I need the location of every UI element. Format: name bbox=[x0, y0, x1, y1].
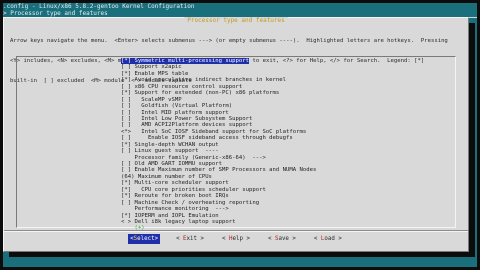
menu-item-label: [*] Multi-core scheduler support bbox=[121, 180, 229, 187]
button-bar: <Select> < Exit > < Help > < Save > < Load > bbox=[4, 234, 468, 244]
menu-item-label: [*] Symmetric multi-processing support bbox=[121, 58, 249, 64]
menu-item-label: [*] Support for extended (non-PC) x86 pl… bbox=[121, 90, 280, 97]
menu-item-label: [ ] Enable Maximum number of SMP Process… bbox=[121, 167, 317, 174]
divider bbox=[4, 231, 468, 232]
menu-item-label: (64) Maximum number of CPUs bbox=[121, 173, 212, 180]
menu-item-label: [ ] Intel MID platform support bbox=[121, 109, 229, 116]
menu-item-label: Processor family (Generic-x86-64) ---> bbox=[121, 154, 266, 161]
button-label: elp bbox=[232, 236, 243, 242]
button-bracket: > bbox=[154, 236, 159, 242]
menu-item-label: [ ] Old AMD GART IOMMU support bbox=[121, 161, 223, 167]
dialog-shadow-bottom bbox=[9, 252, 475, 257]
button-bracket: < bbox=[222, 236, 229, 242]
menu-item-label: [*] CPU core priorities scheduler suppor… bbox=[121, 186, 266, 193]
button-bracket: < bbox=[313, 236, 321, 242]
menu-item-label: [ ] x86 CPU resource control support bbox=[121, 83, 243, 90]
dialog-title: Processor type and features bbox=[184, 17, 288, 24]
save-button[interactable]: < Save > bbox=[266, 234, 298, 244]
button-label: xit bbox=[186, 236, 198, 242]
menu-list: [*] Symmetric multi-processing support[ … bbox=[121, 58, 451, 232]
exit-button[interactable]: < Exit > bbox=[174, 234, 206, 244]
help-line: Arrow keys navigate the menu. <Enter> se… bbox=[10, 38, 448, 45]
menu-item-label: [ ] ScaleMP vSMP bbox=[121, 96, 182, 103]
select-button[interactable]: <Select> bbox=[128, 234, 161, 244]
menu-item-label: [ ] Support x2apic bbox=[121, 64, 182, 71]
menu-item-label: < > Dell i8k legacy laptop support bbox=[121, 218, 236, 225]
menu-item-label: [ ] Machine Check / overheating reportin… bbox=[121, 199, 260, 206]
menu-item-label: [ ] Goldfish (Virtual Platform) bbox=[121, 103, 233, 110]
button-label: ave bbox=[278, 236, 289, 242]
menu-item-label: [*] IOPERM and IOPL Emulation bbox=[121, 212, 219, 219]
menu-item-label: [ ] AMD ACPI2Platform devices support bbox=[121, 122, 253, 129]
menu-list-box: [*] Symmetric multi-processing support[ … bbox=[16, 56, 456, 231]
button-bracket: > bbox=[197, 236, 205, 242]
menu-item-label: [*] Reroute for broken boot IRQs bbox=[121, 193, 229, 200]
button-label: oad bbox=[324, 236, 335, 242]
button-label: elect bbox=[137, 236, 155, 242]
button-bracket: < bbox=[176, 236, 184, 242]
dialog-title-wrap: Processor type and features bbox=[4, 17, 468, 25]
button-bracket: > bbox=[334, 236, 342, 242]
button-bracket: > bbox=[288, 236, 296, 242]
menu-item-label: [*] Avoid speculative indirect branches … bbox=[121, 77, 287, 84]
dialog-shadow-right bbox=[469, 23, 475, 257]
menu-item-label: [*] Single-depth WCHAN output bbox=[121, 141, 219, 148]
button-bracket: < bbox=[267, 236, 275, 242]
menu-item-label: <*> Intel SoC IOSF Sideband support for … bbox=[121, 128, 307, 135]
button-bracket: > bbox=[242, 236, 250, 242]
menu-item-label: [ ] Linux guest support ---- bbox=[121, 148, 219, 155]
menuconfig-dialog: Processor type and features Arrow keys n… bbox=[3, 17, 469, 252]
menu-item-label: [ ] Enable IOSF sideband access through … bbox=[121, 135, 293, 142]
load-button[interactable]: < Load > bbox=[312, 234, 344, 244]
help-button[interactable]: < Help > bbox=[220, 234, 252, 244]
menu-item-label: [*] Enable MPS table bbox=[121, 70, 189, 77]
menu-item-label: [ ] Intel Low Power Subsystem Support bbox=[121, 115, 253, 122]
menu-item-label: Performance monitoring ---> bbox=[121, 206, 229, 213]
